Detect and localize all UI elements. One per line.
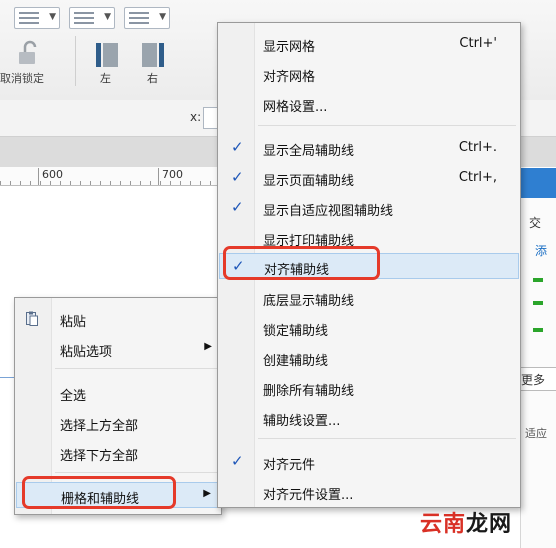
menu-item-widget-snap-settings[interactable]: 对齐元件设置... xyxy=(219,479,519,505)
menu-item-label: 全选 xyxy=(60,389,87,404)
ruler-tick xyxy=(38,168,39,185)
menu-item-label: 对齐元件设置... xyxy=(263,488,354,503)
paste-icon xyxy=(26,311,38,326)
unlock-label: 取消锁定 xyxy=(0,72,44,85)
menu-item-label: 显示页面辅助线 xyxy=(263,174,355,189)
checkmark-icon: ✓ xyxy=(231,198,244,216)
panel-link[interactable]: 添 xyxy=(535,242,547,259)
toolbar-divider xyxy=(75,36,76,86)
menu-item-label: 删除所有辅助线 xyxy=(263,384,355,399)
menu-item-select-above[interactable]: 选择上方全部 xyxy=(16,410,220,436)
align-right-label: 右 xyxy=(147,72,158,85)
watermark: 云南龙网 xyxy=(420,512,513,537)
panel-header xyxy=(521,168,556,198)
menu-separator xyxy=(55,368,217,369)
menu-item-label: 选择上方全部 xyxy=(60,419,139,434)
menu-item-label: 网格设置... xyxy=(263,100,328,115)
menu-item-label: 粘贴 xyxy=(60,315,87,330)
line-dash-dropdown[interactable]: ▼ xyxy=(69,7,115,29)
menu-item-label: 对齐元件 xyxy=(263,458,316,473)
menu-item-select-all[interactable]: 全选 xyxy=(16,380,220,406)
right-inspector-panel: 交 添 更多 适应 xyxy=(519,168,556,548)
panel-indicator xyxy=(533,278,543,282)
menu-item-label: 显示自适应视图辅助线 xyxy=(263,204,394,219)
highlight-box-snap-guides xyxy=(223,246,380,280)
menu-item-delete-all-guides[interactable]: 删除所有辅助线 xyxy=(219,375,519,401)
submenu-arrow-icon: ▶ xyxy=(204,341,212,352)
x-coordinate-label: x: xyxy=(190,110,202,124)
menu-item-label: 显示全局辅助线 xyxy=(263,144,355,159)
ruler-tick xyxy=(158,168,159,185)
unlock-icon[interactable] xyxy=(16,40,42,66)
align-right-icon[interactable] xyxy=(140,42,166,68)
line-arrow-dropdown[interactable]: ▼ xyxy=(124,7,170,29)
menu-item-snap-to-grid[interactable]: 对齐网格 xyxy=(219,61,519,87)
menu-item-show-global-guides[interactable]: ✓ 显示全局辅助线 Ctrl+. xyxy=(219,135,519,161)
menu-item-label: 创建辅助线 xyxy=(263,354,329,369)
menu-separator xyxy=(258,125,516,126)
menu-item-snap-to-widgets[interactable]: ✓ 对齐元件 xyxy=(219,449,519,475)
checkmark-icon: ✓ xyxy=(231,138,244,156)
chevron-down-icon: ▼ xyxy=(104,12,111,22)
menu-item-guides-on-bottom[interactable]: 底层显示辅助线 xyxy=(219,285,519,311)
menu-item-paste[interactable]: 粘贴 xyxy=(16,306,220,332)
panel-indicator xyxy=(533,301,543,305)
menu-separator xyxy=(258,438,516,439)
menu-item-show-adaptive-view-guides[interactable]: ✓ 显示自适应视图辅助线 xyxy=(219,195,519,221)
highlight-box-grid-guides xyxy=(22,476,176,509)
panel-more-label: 更多 xyxy=(521,373,546,387)
menu-item-shortcut: Ctrl+' xyxy=(459,36,497,51)
panel-adapt-label: 适应 xyxy=(525,427,547,440)
chevron-down-icon: ▼ xyxy=(159,12,166,22)
checkmark-icon: ✓ xyxy=(231,452,244,470)
line-style-dropdown[interactable]: ▼ xyxy=(14,7,60,29)
menu-item-label: 粘贴选项 xyxy=(60,345,113,360)
panel-indicator xyxy=(533,328,543,332)
menu-item-label: 辅助线设置... xyxy=(263,414,341,429)
chevron-down-icon: ▼ xyxy=(49,12,56,22)
menu-item-label: 锁定辅助线 xyxy=(263,324,329,339)
menu-item-label: 显示网格 xyxy=(263,40,316,55)
ruler-mark-600: 600 xyxy=(42,168,63,181)
panel-text: 交 xyxy=(529,216,542,230)
menu-item-grid-settings[interactable]: 网格设置... xyxy=(219,91,519,117)
menu-item-shortcut: Ctrl+. xyxy=(458,140,497,155)
align-left-label: 左 xyxy=(100,72,111,85)
checkmark-icon: ✓ xyxy=(231,168,244,186)
menu-item-show-grid[interactable]: 显示网格 Ctrl+' xyxy=(219,31,519,57)
menu-item-paste-options[interactable]: 粘贴选项 ▶ xyxy=(16,336,220,362)
menu-item-guide-settings[interactable]: 辅助线设置... xyxy=(219,405,519,431)
menu-item-label: 选择下方全部 xyxy=(60,449,139,464)
ruler-mark-700: 700 xyxy=(162,168,183,181)
menu-item-show-page-guides[interactable]: ✓ 显示页面辅助线 Ctrl+, xyxy=(219,165,519,191)
menu-item-shortcut: Ctrl+, xyxy=(458,170,497,185)
menu-item-label: 底层显示辅助线 xyxy=(263,294,355,309)
menu-item-create-guides[interactable]: 创建辅助线 xyxy=(219,345,519,371)
menu-item-lock-guides[interactable]: 锁定辅助线 xyxy=(219,315,519,341)
menu-item-select-below[interactable]: 选择下方全部 xyxy=(16,440,220,466)
menu-separator xyxy=(55,472,217,473)
menu-item-label: 对齐网格 xyxy=(263,70,316,85)
align-left-icon[interactable] xyxy=(94,42,120,68)
submenu-arrow-icon: ▶ xyxy=(203,488,211,499)
